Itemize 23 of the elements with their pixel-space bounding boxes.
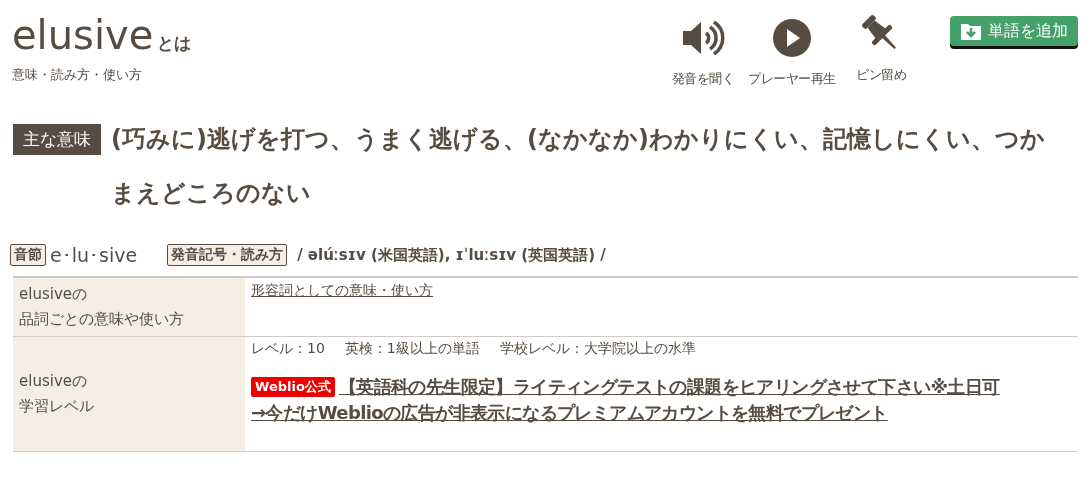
level-text: 学校レベル：大学院以上の水準 bbox=[499, 340, 696, 358]
row-header: elusiveの 品詞ごとの意味や使い方 bbox=[19, 284, 185, 330]
pronunciation-text: / əlúːsɪv (米国英語), ɪˈluːsɪv (英国英語) / bbox=[297, 245, 606, 265]
meaning-link[interactable]: 形容詞としての意味・使い方 bbox=[251, 282, 433, 298]
row-header: elusiveの 学習レベル bbox=[19, 371, 95, 417]
ad-link[interactable]: →今だけWeblioの広告が非表示になるプレミアムアカウントを無料でプレゼント bbox=[251, 400, 888, 426]
pronunciation-badge: 発音記号・読み方 bbox=[167, 244, 288, 266]
title-suffix: とは bbox=[157, 33, 192, 53]
folder-download-icon bbox=[960, 21, 982, 41]
pin-button[interactable]: ピン留め bbox=[844, 12, 918, 84]
official-badge: Weblio公式 bbox=[251, 377, 335, 397]
play-icon bbox=[770, 16, 814, 60]
play-button[interactable]: プレーヤー再生 bbox=[746, 12, 838, 88]
subtitle: 意味・読み方・使い方 bbox=[12, 66, 142, 84]
ad-link[interactable]: 【英語科の先生限定】ライティングテストの課題をヒアリングさせて下さい※土日可 bbox=[338, 374, 1000, 400]
syllable-badge: 音節 bbox=[10, 244, 46, 266]
main-meaning-badge: 主な意味 bbox=[13, 124, 101, 155]
syllable-text: e･lu･sive bbox=[50, 244, 138, 266]
level-text: レベル：10 bbox=[251, 340, 325, 358]
speaker-button[interactable]: 発音を聞く bbox=[666, 12, 740, 88]
main-meaning-text: (巧みに)逃げを打つ、うまく逃げる、(なかなか)わかりにくい、記憶しにくい、つかまえどころのない bbox=[111, 124, 1046, 209]
word-title: elusive bbox=[12, 12, 154, 58]
level-text: 英検：1級以上の単語 bbox=[344, 340, 480, 358]
